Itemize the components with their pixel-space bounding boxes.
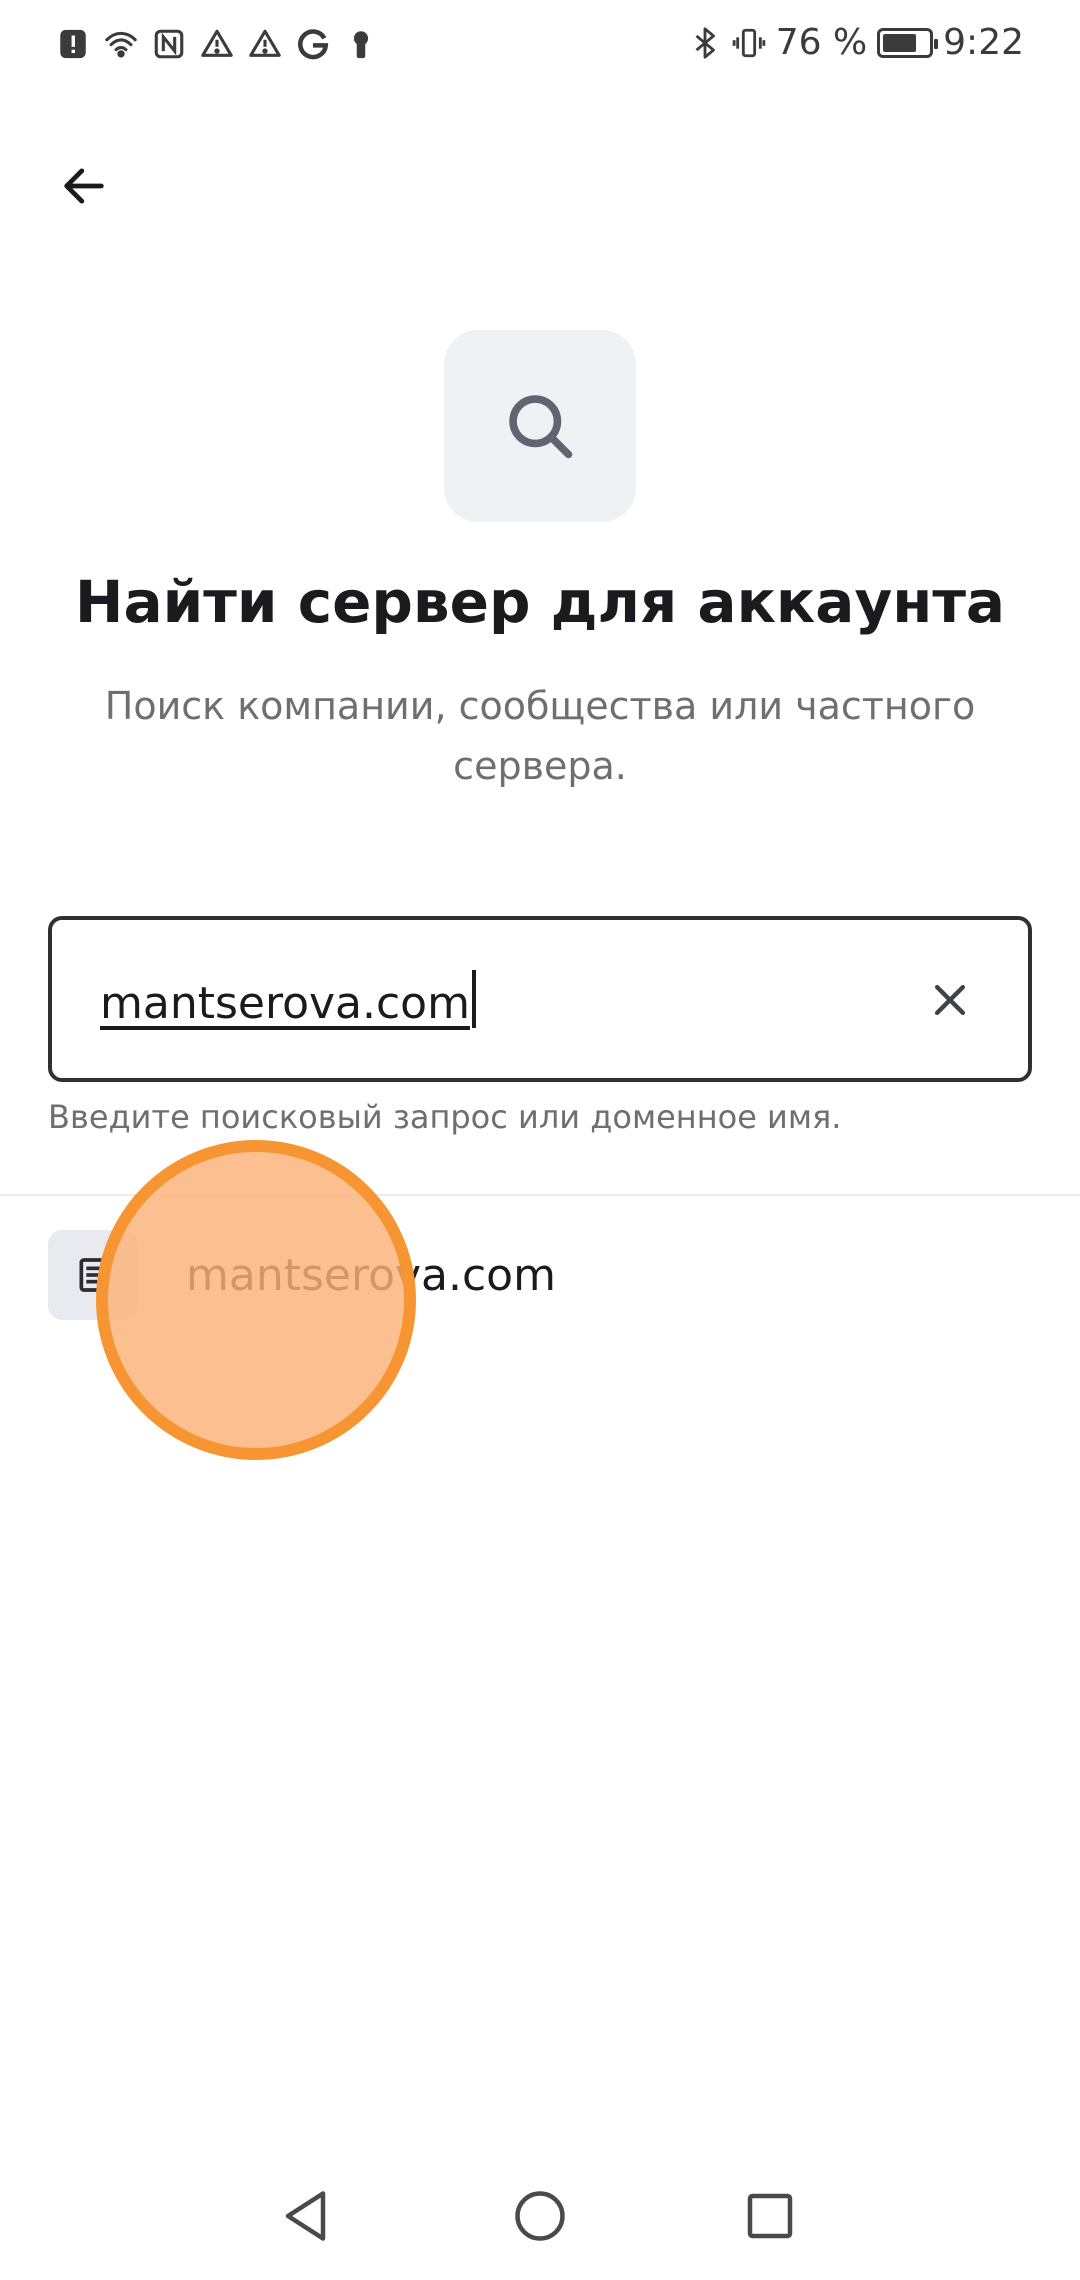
nav-back-button[interactable] (268, 2176, 348, 2256)
search-result-label: mantserova.com (186, 1250, 556, 1301)
wifi-icon (104, 26, 138, 62)
clear-search-button[interactable] (920, 970, 980, 1030)
battery-icon (877, 27, 939, 58)
warning-icon (200, 26, 234, 62)
alert-icon (56, 26, 90, 62)
battery-percent: 76 % (775, 22, 868, 63)
status-bar: 76 % 9:22 (0, 0, 1080, 94)
recents-square-icon (747, 2193, 793, 2239)
search-icon (509, 395, 573, 459)
nav-recents-button[interactable] (730, 2176, 810, 2256)
server-icon-tile (48, 1230, 138, 1320)
search-result-item[interactable]: mantserova.com (0, 1208, 1080, 1338)
back-triangle-icon (285, 2191, 326, 2241)
status-icons-left (56, 26, 378, 62)
divider (0, 1194, 1080, 1196)
search-input-value[interactable]: mantserova.com (100, 970, 476, 1029)
battery-fill (883, 33, 917, 52)
keyhole-icon (344, 26, 378, 62)
vibrate-icon (732, 25, 766, 61)
arrow-left-icon (64, 168, 104, 204)
back-button[interactable] (48, 150, 120, 222)
warning-icon (248, 26, 282, 62)
server-search-input[interactable]: mantserova.com (48, 916, 1032, 1082)
text-caret (471, 970, 476, 1028)
system-nav-bar (0, 2160, 1080, 2280)
page-subtitle: Поиск компании, сообщества или частного … (104, 684, 976, 788)
page-title: Найти сервер для аккаунта (74, 568, 1006, 636)
google-icon (296, 26, 330, 62)
search-input-text: mantserova.com (100, 978, 470, 1029)
nfc-icon (152, 26, 186, 62)
status-icons-right: 76 % 9:22 (688, 22, 1024, 63)
search-helper-text: Введите поисковый запрос или доменное им… (48, 1098, 842, 1136)
bluetooth-icon (688, 25, 722, 61)
clock: 9:22 (943, 22, 1024, 63)
server-icon (79, 1258, 107, 1292)
nav-home-button[interactable] (500, 2176, 580, 2256)
hero-search-tile (444, 330, 636, 522)
close-icon (934, 984, 966, 1016)
home-circle-icon (515, 2191, 565, 2241)
